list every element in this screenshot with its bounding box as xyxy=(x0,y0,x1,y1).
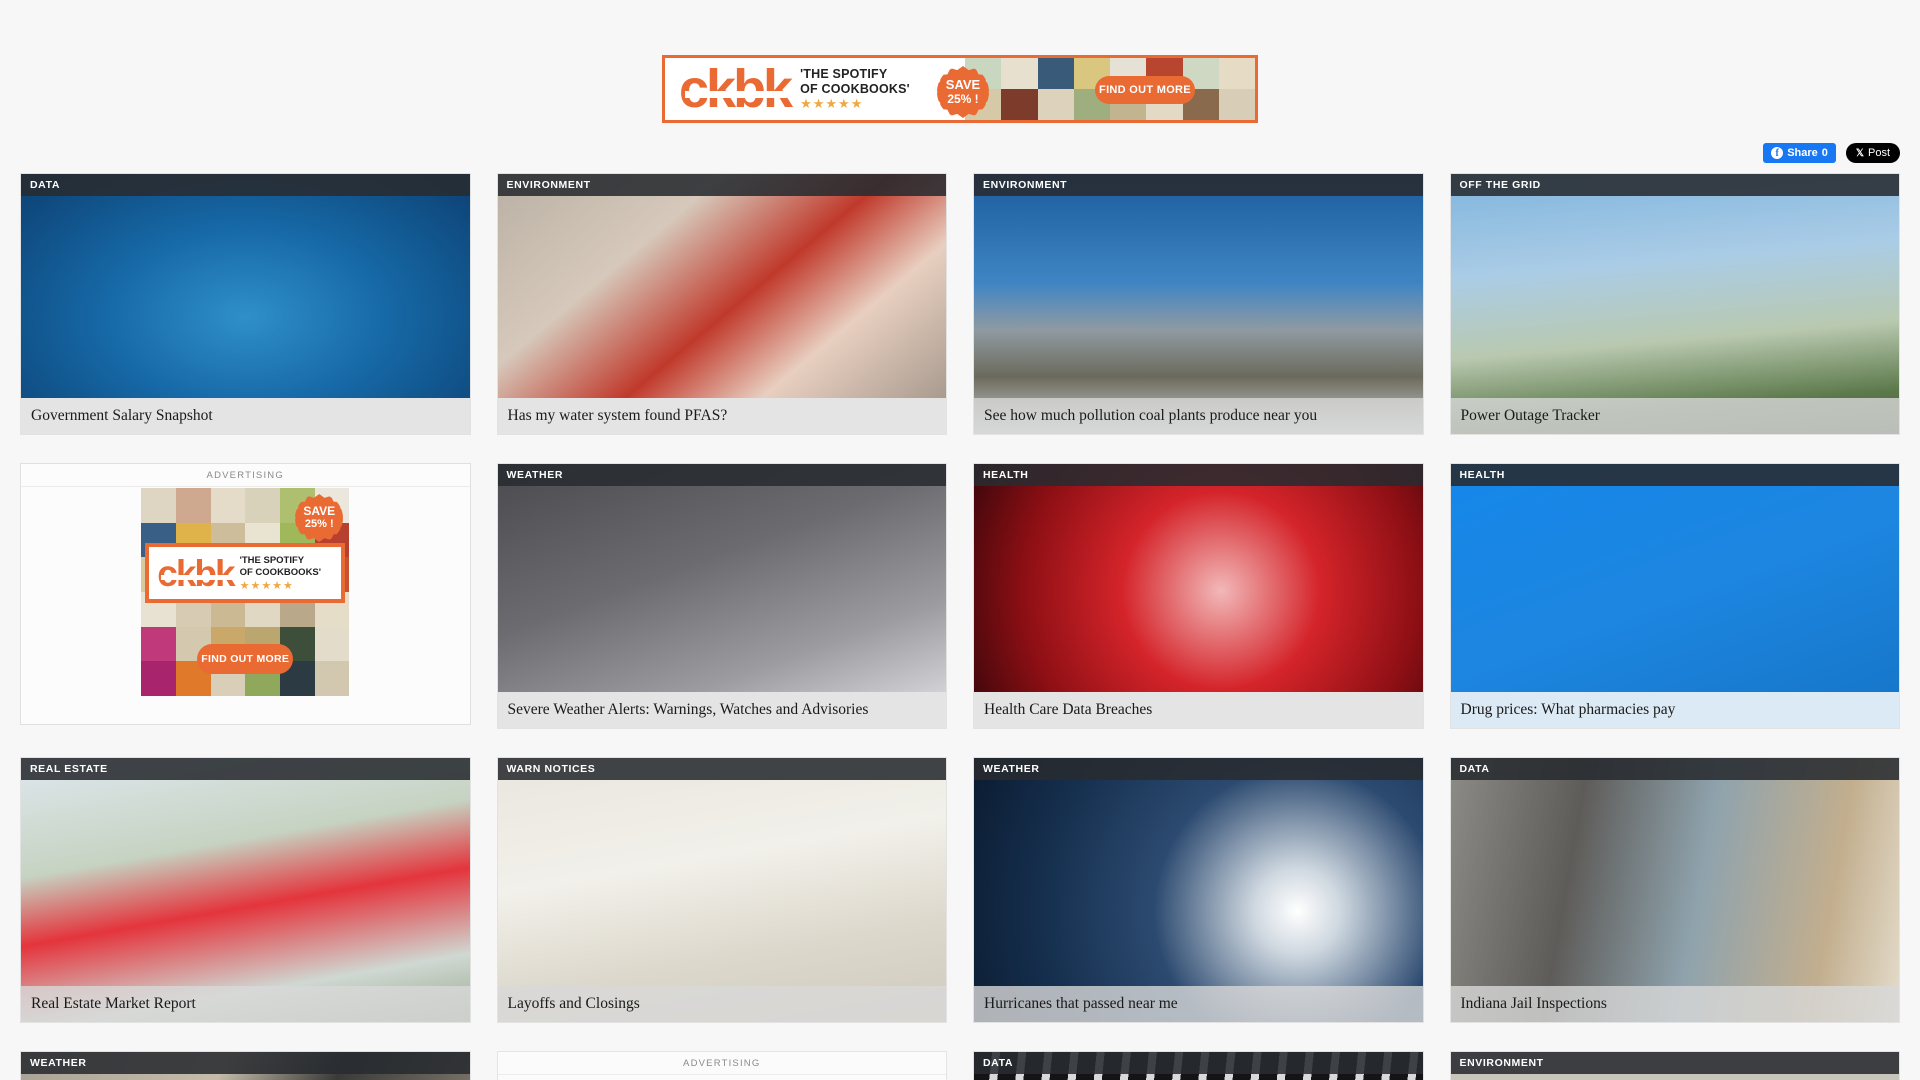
square-ad-tagline: 'THE SPOTIFY OF COOKBOOKS' ★★★★★ xyxy=(240,555,321,592)
card-category-tag: ENVIRONMENT xyxy=(497,174,946,196)
card-thumbnail xyxy=(21,758,470,1022)
story-card[interactable]: HEALTH Health Care Data Breaches xyxy=(973,463,1424,729)
card-thumbnail xyxy=(974,464,1423,728)
square-ad-tagline-line1: 'THE SPOTIFY xyxy=(239,554,305,566)
card-category-tag: WEATHER xyxy=(21,1052,470,1074)
story-card[interactable]: DATA Indiana Jail Inspections xyxy=(1449,757,1900,1023)
card-thumbnail xyxy=(21,174,470,434)
story-card[interactable]: WEATHER Hurricanes that passed near me xyxy=(973,757,1424,1023)
facebook-share-count: 0 xyxy=(1821,147,1828,159)
story-card[interactable]: REAL ESTATE Real Estate Market Report xyxy=(20,757,471,1023)
card-category-tag: OFF THE GRID xyxy=(1450,174,1899,196)
card-title: See how much pollution coal plants produ… xyxy=(974,398,1423,434)
leaderboard-tagline-line2: OF COOKBOOKS' xyxy=(800,82,910,96)
card-thumbnail xyxy=(974,174,1423,434)
x-icon: 𝕏 xyxy=(1855,147,1864,159)
card-category-tag: DATA xyxy=(1450,758,1899,780)
leaderboard-tagline-line1: 'THE SPOTIFY xyxy=(800,67,888,81)
card-thumbnail xyxy=(1450,758,1899,1022)
story-card[interactable]: DATA Indiana Jail Deaths xyxy=(973,1051,1424,1080)
square-ad-badge-line2: 25% ! xyxy=(304,518,334,530)
square-ad-cta-button[interactable]: FIND OUT MORE xyxy=(197,644,294,674)
card-category-tag: HEALTH xyxy=(1450,464,1899,486)
facebook-icon: f xyxy=(1771,147,1784,159)
card-category-tag: WARN NOTICES xyxy=(497,758,946,780)
card-category-tag: HEALTH xyxy=(974,464,1423,486)
advertising-label: ADVERTISING xyxy=(497,1052,946,1075)
card-category-tag: ENVIRONMENT xyxy=(974,174,1423,196)
card-title: Power Outage Tracker xyxy=(1450,398,1899,434)
card-category-tag: WEATHER xyxy=(497,464,946,486)
card-title: Government Salary Snapshot xyxy=(21,398,470,434)
card-title: Has my water system found PFAS? xyxy=(497,398,946,434)
leaderboard-cta-button[interactable]: FIND OUT MORE xyxy=(1095,76,1195,104)
card-title: Layoffs and Closings xyxy=(497,986,946,1022)
card-title: Real Estate Market Report xyxy=(21,986,470,1022)
card-category-tag: DATA xyxy=(974,1052,1423,1074)
story-card-grid: DATA Government Salary Snapshot ENVIRONM… xyxy=(0,173,1920,1080)
leaderboard-ad-tagline: 'THE SPOTIFY OF COOKBOOKS' ★★★★★ xyxy=(800,67,910,111)
leaderboard-ad[interactable]: ckbk 'THE SPOTIFY OF COOKBOOKS' ★★★★★ SA… xyxy=(662,55,1258,123)
story-card[interactable]: HEALTH Drug prices: What pharmacies pay xyxy=(1449,463,1900,729)
leaderboard-star-rating: ★★★★★ xyxy=(800,96,864,111)
square-ad-logo-box: ckbk 'THE SPOTIFY OF COOKBOOKS' ★★★★★ xyxy=(145,543,346,603)
facebook-share-button[interactable]: f Share 0 xyxy=(1763,143,1836,163)
x-post-label: Post xyxy=(1867,147,1890,159)
square-ad-creative[interactable]: SAVE 25% ! ckbk 'THE SPOTIFY OF COOKBOOK… xyxy=(141,488,350,696)
square-advertisement: ADVERTISING SAVE 25% ! ckbk 'THE SPOTIFY… xyxy=(20,463,471,725)
story-card[interactable]: WEATHER Severe Weather Alerts: Warnings,… xyxy=(496,463,947,729)
story-card[interactable]: OFF THE GRID Power Outage Tracker xyxy=(1449,173,1900,435)
leaderboard-ad-region: ckbk 'THE SPOTIFY OF COOKBOOKS' ★★★★★ SA… xyxy=(0,0,1920,123)
leaderboard-badge-line2: 25% ! xyxy=(947,92,979,106)
story-card[interactable]: WEATHER Rolling Storm Damage Reports xyxy=(20,1051,471,1080)
story-card[interactable]: ENVIRONMENT Air Quality Index Forecast a… xyxy=(1449,1051,1900,1080)
social-share-bar: f Share 0 𝕏 Post xyxy=(0,141,1920,165)
square-ad-badge-line1: SAVE xyxy=(303,504,336,518)
leaderboard-ad-logo: ckbk xyxy=(679,59,793,119)
story-card[interactable]: ENVIRONMENT Has my water system found PF… xyxy=(496,173,947,435)
card-thumbnail xyxy=(1450,464,1899,728)
card-category-tag: DATA xyxy=(21,174,470,196)
card-title: Severe Weather Alerts: Warnings, Watches… xyxy=(497,692,946,728)
card-category-tag: REAL ESTATE xyxy=(21,758,470,780)
card-title: Indiana Jail Inspections xyxy=(1450,986,1899,1022)
card-thumbnail xyxy=(497,758,946,1022)
advertising-label: ADVERTISING xyxy=(21,464,470,487)
card-thumbnail xyxy=(1450,174,1899,434)
facebook-share-label: Share xyxy=(1787,147,1818,159)
square-ad-star-rating: ★★★★★ xyxy=(239,579,294,592)
card-thumbnail xyxy=(974,758,1423,1022)
card-category-tag: ENVIRONMENT xyxy=(1450,1052,1899,1074)
square-ad-tagline-line2: OF COOKBOOKS' xyxy=(239,566,322,578)
x-post-button[interactable]: 𝕏 Post xyxy=(1845,143,1900,163)
card-title: Drug prices: What pharmacies pay xyxy=(1450,692,1899,728)
story-card[interactable]: ENVIRONMENT See how much pollution coal … xyxy=(973,173,1424,435)
story-card[interactable]: WARN NOTICES Layoffs and Closings xyxy=(496,757,947,1023)
card-category-tag: WEATHER xyxy=(974,758,1423,780)
story-card[interactable]: DATA Government Salary Snapshot xyxy=(20,173,471,435)
card-thumbnail xyxy=(497,464,946,728)
card-thumbnail xyxy=(497,174,946,434)
card-title: Hurricanes that passed near me xyxy=(974,986,1423,1022)
inline-advertisement: ADVERTISING xyxy=(496,1051,947,1080)
square-ad-logo: ckbk xyxy=(157,552,235,594)
logo-strike-bar xyxy=(685,91,788,99)
card-title: Health Care Data Breaches xyxy=(974,692,1423,728)
leaderboard-badge-line1: SAVE xyxy=(945,77,981,92)
logo-strike-bar xyxy=(161,574,232,580)
